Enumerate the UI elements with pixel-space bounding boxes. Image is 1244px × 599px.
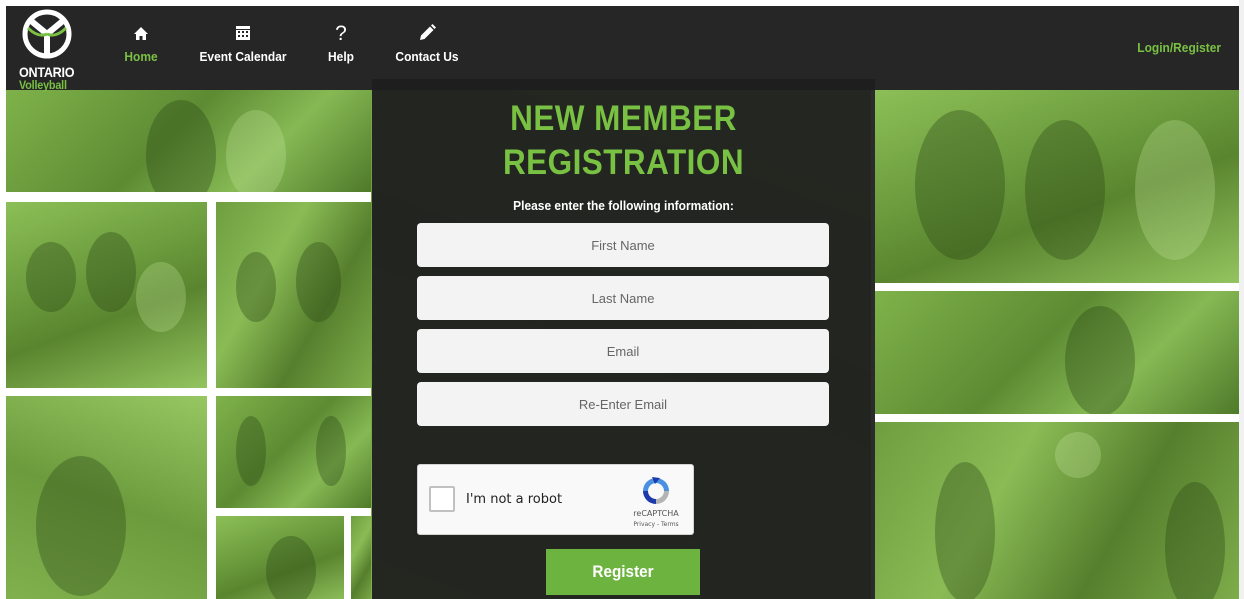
recaptcha-widget: I'm not a robot reCAPTCHA Privacy - Term…: [417, 464, 694, 535]
page-title-line-1: NEW MEMBER: [510, 99, 737, 138]
recaptcha-label: I'm not a robot: [466, 492, 563, 507]
background-photo: [351, 516, 371, 599]
background-photo: [875, 422, 1239, 599]
question-icon: ?: [335, 22, 347, 45]
email-field[interactable]: [417, 329, 829, 373]
background-photo: [216, 202, 371, 388]
recaptcha-privacy-terms-links[interactable]: Privacy - Terms: [621, 521, 691, 528]
background-photo: [875, 291, 1239, 414]
calendar-icon: [236, 26, 250, 40]
last-name-field[interactable]: [417, 276, 829, 320]
background-photo: [216, 516, 344, 599]
form-instructions: Please enter the following information:: [513, 198, 734, 213]
nav-label: Home: [124, 49, 158, 64]
background-photo: [216, 396, 371, 508]
nav-item-contact-us[interactable]: Contact Us: [389, 22, 465, 72]
nav-label: Event Calendar: [199, 49, 287, 64]
nav-item-event-calendar[interactable]: Event Calendar: [192, 22, 294, 72]
recaptcha-checkbox[interactable]: [429, 486, 455, 512]
pencil-icon: [420, 24, 436, 40]
nav-label: Contact Us: [395, 49, 459, 64]
login-register-link[interactable]: Login/Register: [1137, 40, 1221, 55]
background-photo: [875, 90, 1239, 283]
volleyball-logo-icon: [22, 9, 72, 59]
top-navbar: ONTARIO Volleyball Home Event Calendar ?…: [6, 6, 1239, 92]
page-scrollbar[interactable]: [1239, 0, 1244, 599]
nav-item-home[interactable]: Home: [118, 22, 164, 72]
first-name-field[interactable]: [417, 223, 829, 267]
nav-item-help[interactable]: ? Help: [323, 22, 359, 72]
registration-panel: NEW MEMBER REGISTRATION Please enter the…: [372, 79, 875, 599]
ontario-volleyball-logo[interactable]: ONTARIO Volleyball: [18, 8, 78, 92]
brand-line-2: Volleyball: [19, 78, 67, 92]
home-icon: [134, 27, 148, 40]
nav-label: Help: [328, 49, 354, 64]
recaptcha-logo-icon: [643, 477, 669, 504]
background-photo: [6, 90, 371, 192]
background-photo: [6, 396, 207, 599]
page-title-line-2: REGISTRATION: [502, 143, 745, 182]
register-button-label: Register: [592, 562, 654, 581]
background-photo: [6, 202, 207, 388]
re-enter-email-field[interactable]: [417, 382, 829, 426]
register-button[interactable]: Register: [546, 549, 700, 595]
recaptcha-brand: reCAPTCHA: [633, 509, 679, 518]
